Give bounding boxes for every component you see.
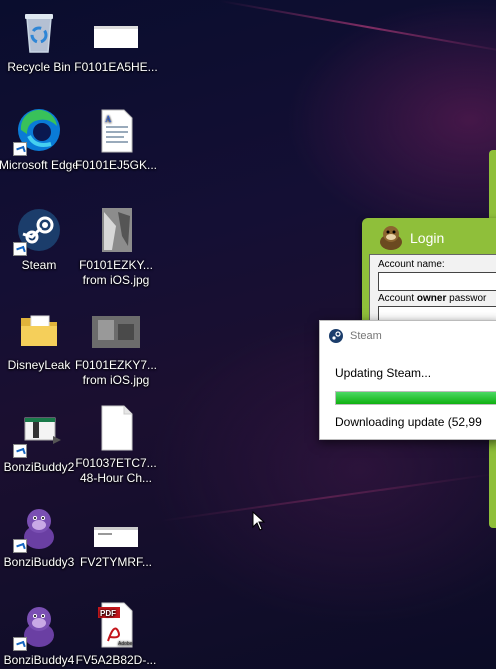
icon-label: FV2TYMRF... (79, 555, 152, 569)
document-file-icon: A (92, 106, 140, 154)
edge-icon (13, 106, 63, 156)
desktop-icon-file[interactable]: A F0101EJ5GK... (72, 106, 160, 173)
wallpaper-streak (219, 0, 496, 55)
password-label-prefix: Account (378, 293, 417, 304)
photo-file-icon (92, 306, 140, 354)
svg-text:Adobe: Adobe (118, 641, 133, 647)
icon-label: F0101EJ5GK... (74, 158, 158, 172)
shortcut-arrow-icon (13, 142, 27, 156)
blank-file-icon (92, 404, 140, 452)
icon-label: BonziBuddy2 (3, 460, 75, 474)
svg-text:PDF: PDF (100, 609, 116, 618)
desktop-icon-steam[interactable]: Steam (0, 206, 83, 273)
desktop-icon-file[interactable]: F01037ETC7... 48-Hour Ch... (72, 404, 160, 486)
desktop-icon-bonzibuddy2[interactable]: BonziBuddy2 (0, 408, 83, 475)
image-file-icon (92, 8, 140, 56)
folder-icon (15, 306, 63, 354)
shortcut-arrow-icon (13, 444, 27, 458)
shortcut-arrow-icon (13, 637, 27, 651)
account-name-field[interactable] (378, 272, 496, 291)
shortcut-arrow-icon (13, 242, 27, 256)
mouse-cursor-icon (252, 511, 266, 531)
password-label-bold: owner (416, 293, 447, 304)
password-label-suffix: passwor (446, 293, 487, 304)
recycle-bin-icon (15, 8, 63, 56)
desktop-icon-edge[interactable]: Microsoft Edge (0, 106, 83, 173)
icon-label: BonziBuddy3 (3, 555, 75, 569)
desktop-icon-bonzibuddy3[interactable]: BonziBuddy3 (0, 503, 83, 570)
icon-label: F0101EZKY... from iOS.jpg (79, 258, 153, 287)
desktop-icon-file[interactable]: F0101EA5HE... (72, 8, 160, 75)
icon-label: Recycle Bin (7, 60, 71, 74)
icon-label: Microsoft Edge (0, 158, 80, 172)
desktop-icon-file[interactable]: PDF Adobe FV5A2B82D-... (72, 601, 160, 668)
icon-label: F0101EZKY7... from iOS.jpg (74, 358, 158, 387)
password-label: Account owner passwor (378, 293, 486, 304)
icon-label: F0101EA5HE... (74, 60, 158, 74)
desktop-icon-disneyleak[interactable]: DisneyLeak (0, 306, 83, 373)
steam-small-icon (329, 329, 343, 343)
svg-text:A: A (105, 114, 112, 124)
update-progress-fill (336, 392, 496, 404)
download-progress-text: Downloading update (52,99 (335, 415, 482, 429)
icon-label: F01037ETC7... 48-Hour Ch... (75, 456, 157, 485)
icon-label: FV5A2B82D-... (75, 653, 157, 667)
desktop-icon-file[interactable]: FV2TYMRF... (72, 503, 160, 570)
icon-label: BonziBuddy4 (3, 653, 75, 667)
update-status-text: Updating Steam... (335, 366, 432, 380)
desktop-icon-file[interactable]: F0101EZKY7... from iOS.jpg (72, 306, 160, 388)
steam-update-window: Steam Updating Steam... Downloading upda… (319, 320, 496, 440)
icon-label: DisneyLeak (7, 358, 71, 372)
photo-file-icon (92, 206, 140, 254)
account-name-label: Account name: (378, 259, 445, 270)
shortcut-arrow-icon (13, 539, 27, 553)
app-shortcut-icon (13, 408, 63, 458)
steam-icon (13, 206, 63, 256)
desktop-icon-bonzibuddy4[interactable]: BonziBuddy4 (0, 601, 83, 668)
desktop-icon-recycle-bin[interactable]: Recycle Bin (0, 8, 83, 75)
pdf-file-icon: PDF Adobe (92, 601, 140, 649)
icon-label: Steam (21, 258, 57, 272)
login-title: Login (410, 230, 445, 246)
bonzi-login-icon (380, 226, 402, 250)
bonzi-gorilla-icon (13, 503, 63, 553)
wallpaper-streak (159, 472, 496, 522)
image-file-icon (92, 503, 140, 551)
desktop-icon-file[interactable]: F0101EZKY... from iOS.jpg (72, 206, 160, 288)
steam-window-title: Steam (350, 330, 382, 342)
update-progress-bar (335, 391, 496, 405)
bonzi-gorilla-icon (13, 601, 63, 651)
